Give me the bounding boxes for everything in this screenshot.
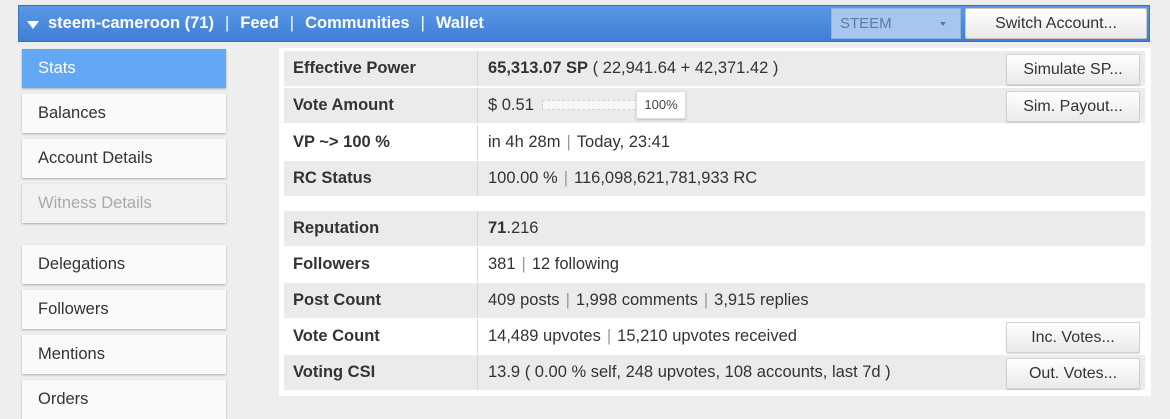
row-label: Followers	[284, 247, 478, 282]
pipe-separator: |	[565, 291, 570, 309]
reputation-int: 71	[488, 219, 507, 237]
rc-status-row: RC Status 100.00 % | 116,098,621,781,933 R…	[284, 161, 1145, 196]
upvotes-received: 15,210 upvotes received	[617, 327, 797, 345]
chain-select[interactable]: STEEM	[831, 8, 961, 39]
nav-feed[interactable]: Feed	[240, 14, 279, 33]
row-value: 65,313.07 SP ( 22,941.64 + 42,371.42 )	[488, 51, 778, 86]
row-value: in 4h 28m | Today, 23:41	[488, 125, 670, 160]
nav-separator: |	[289, 14, 295, 32]
following-count: 12 following	[531, 255, 619, 273]
sidebar-item-mentions[interactable]: Mentions	[22, 335, 226, 374]
vote-count-row: Vote Count 14,489 upvotes | 15,210 upvotes…	[284, 319, 1145, 354]
top-nav-bar: steem-cameroon (71) | Feed | Communities…	[18, 5, 1150, 42]
row-label: Reputation	[284, 211, 478, 246]
chain-select-value: STEEM	[840, 15, 892, 32]
vp-time: in 4h 28m	[488, 133, 561, 151]
sidebar-item-witness-details: Witness Details	[22, 184, 226, 223]
row-label: VP ~> 100 %	[284, 125, 478, 160]
followers-row: Followers 381 | 12 following	[284, 247, 1145, 282]
inc-votes-button[interactable]: Inc. Votes...	[1006, 322, 1140, 353]
effective-power-value: 65,313.07 SP	[488, 59, 588, 77]
out-votes-button[interactable]: Out. Votes...	[1006, 358, 1140, 389]
sidebar-item-followers[interactable]: Followers	[22, 290, 226, 329]
row-label: RC Status	[284, 161, 478, 196]
stats-panel: Effective Power 65,313.07 SP ( 22,941.64…	[279, 48, 1151, 396]
posts-count: 409 posts	[488, 291, 560, 309]
switch-account-button[interactable]: Switch Account...	[965, 8, 1147, 39]
replies-count: 3,915 replies	[714, 291, 809, 309]
voting-csi-value: 13.9 ( 0.00 % self, 248 upvotes, 108 acc…	[488, 363, 891, 381]
row-value: 409 posts | 1,998 comments | 3,915 replies	[488, 283, 809, 318]
vp-detail: Today, 23:41	[576, 133, 671, 151]
pipe-separator: |	[703, 291, 709, 309]
sidebar-item-balances[interactable]: Balances	[22, 94, 226, 133]
dropdown-arrow-icon	[940, 22, 946, 26]
post-count-row: Post Count 409 posts | 1,998 comments | 3,91…	[284, 283, 1145, 318]
sidebar-item-account-details[interactable]: Account Details	[22, 139, 226, 178]
comments-count: 1,998 comments	[575, 291, 698, 309]
effective-power-detail: ( 22,941.64 + 42,371.42 )	[592, 59, 779, 77]
row-value: 100.00 % | 116,098,621,781,933 RC	[488, 161, 757, 196]
reputation-frac: .216	[506, 219, 539, 237]
sim-payout-button[interactable]: Sim. Payout...	[1006, 91, 1140, 122]
nav-separator: |	[420, 14, 425, 32]
vote-amount-value: $ 0.51	[488, 96, 534, 114]
row-value: 71.216	[488, 211, 538, 246]
rc-amount: 116,098,621,781,933 RC	[574, 169, 758, 187]
rc-percent: 100.00 %	[488, 169, 558, 187]
upvotes-count: 14,489 upvotes	[488, 327, 601, 345]
sidebar-item-orders[interactable]: Orders	[22, 380, 226, 419]
pipe-separator: |	[563, 169, 569, 187]
row-label: Voting CSI	[284, 355, 478, 390]
reputation-row: Reputation 71.216	[284, 211, 1145, 246]
pipe-separator: |	[521, 255, 526, 273]
simulate-sp-button[interactable]: Simulate SP...	[1006, 54, 1140, 85]
caret-down-icon[interactable]	[27, 20, 39, 29]
followers-count: 381	[488, 255, 516, 273]
vote-weight-slider[interactable]: 100%	[542, 91, 686, 119]
nav-wallet[interactable]: Wallet	[436, 14, 484, 33]
pipe-separator: |	[566, 133, 571, 151]
row-label: Effective Power	[284, 51, 478, 86]
nav-separator: |	[224, 14, 230, 32]
nav-links: steem-cameroon (71) | Feed | Communities…	[27, 6, 484, 41]
vp-row: VP ~> 100 % in 4h 28m | Today, 23:41	[284, 125, 1145, 160]
row-value: 14,489 upvotes | 15,210 upvotes received	[488, 319, 797, 354]
row-value: 381 | 12 following	[488, 247, 619, 282]
vote-amount-row: Vote Amount $ 0.51 100% Sim. Payout...	[284, 88, 1145, 123]
sidebar-item-stats[interactable]: Stats	[22, 49, 226, 88]
effective-power-row: Effective Power 65,313.07 SP ( 22,941.64…	[284, 51, 1145, 86]
pipe-separator: |	[606, 327, 612, 345]
slider-handle[interactable]: 100%	[636, 91, 686, 119]
sidebar-item-delegations[interactable]: Delegations	[22, 245, 226, 284]
nav-communities[interactable]: Communities	[305, 14, 410, 33]
account-menu[interactable]: steem-cameroon (71)	[48, 14, 214, 33]
row-label: Vote Count	[284, 319, 478, 354]
voting-csi-row: Voting CSI 13.9 ( 0.00 % self, 248 upvot…	[284, 355, 1145, 390]
row-label: Post Count	[284, 283, 478, 318]
row-label: Vote Amount	[284, 88, 478, 123]
